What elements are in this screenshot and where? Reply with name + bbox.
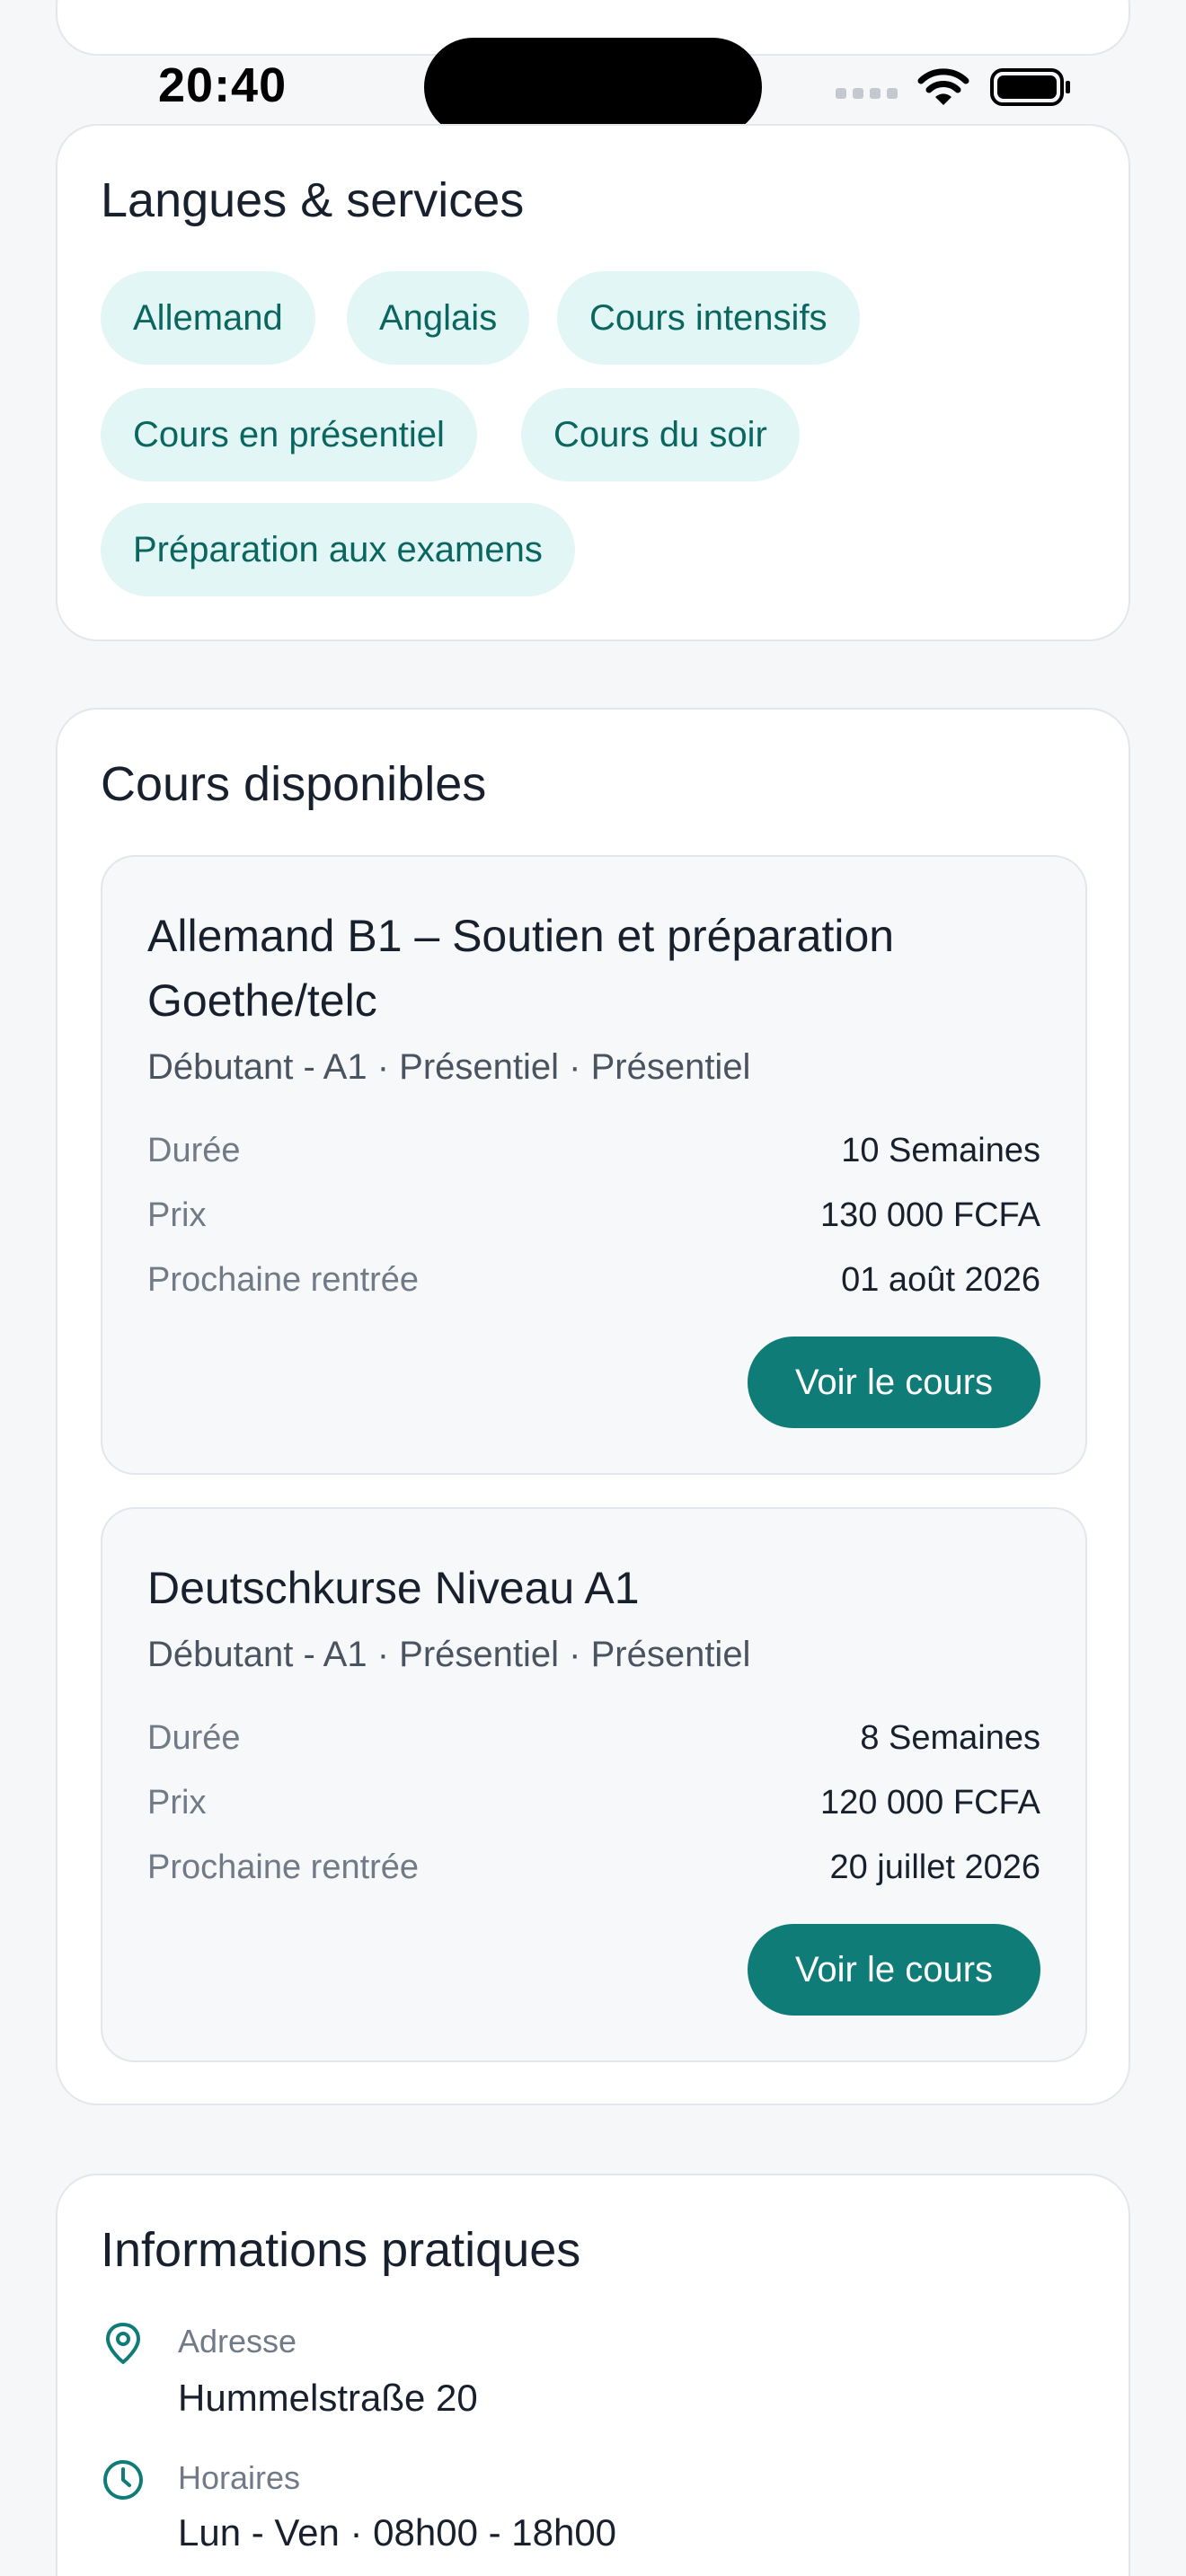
view-course-button[interactable]: Voir le cours [748,1337,1040,1428]
duration-value: 10 Semaines [841,1132,1040,1169]
chip-cours-intensifs[interactable]: Cours intensifs [557,271,860,365]
price-label: Prix [147,1784,207,1822]
view-course-button[interactable]: Voir le cours [748,1924,1040,2016]
languages-card-title: Langues & services [101,173,525,227]
status-icons [836,65,1072,110]
status-bar: 20:40 [0,0,1186,137]
course-card: Deutschkurse Niveau A1 Débutant - A1 · P… [101,1507,1087,2062]
course-card: Allemand B1 – Soutien et préparation Goe… [101,855,1087,1475]
start-date-value: 01 août 2026 [841,1261,1040,1299]
price-label: Prix [147,1196,207,1234]
start-date-label: Prochaine rentrée [147,1261,420,1299]
battery-icon [990,68,1070,106]
chip-preparation-aux-examens[interactable]: Préparation aux examens [101,503,575,596]
address-value: Hummelstraße 20 [178,2377,478,2419]
price-value: 120 000 FCFA [819,1784,1040,1822]
duration-label: Durée [147,1132,241,1169]
page: 20:40 Langues & services Allemand Anglai… [0,0,1186,2576]
start-date-label: Prochaine rentrée [147,1848,420,1886]
practical-info-title: Informations pratiques [101,2223,581,2277]
hours-value: Lun - Ven · 08h00 - 18h00 [178,2511,617,2554]
chip-cours-en-presentiel[interactable]: Cours en présentiel [101,388,477,481]
courses-card: Cours disponibles Allemand B1 – Soutien … [56,708,1130,2105]
wifi-icon [917,68,969,105]
chip-anglais[interactable]: Anglais [347,271,530,365]
course-title: Allemand B1 – Soutien et préparation Goe… [147,911,895,1026]
start-date-value: 20 juillet 2026 [829,1848,1040,1886]
course-title: Deutschkurse Niveau A1 [147,1563,640,1613]
hours-label: Horaires [178,2459,301,2496]
course-meta: Débutant - A1 · Présentiel · Présentiel [147,1635,751,1674]
practical-info-card: Informations pratiques Adresse Hummelstr… [56,2174,1130,2576]
chip-allemand[interactable]: Allemand [101,271,315,365]
duration-label: Durée [147,1719,241,1757]
course-meta: Débutant - A1 · Présentiel · Présentiel [147,1047,751,1087]
clock-icon [103,2460,143,2500]
chip-cours-du-soir[interactable]: Cours du soir [521,388,800,481]
duration-value: 8 Semaines [860,1719,1040,1757]
status-time: 20:40 [158,58,288,112]
dynamic-island [424,38,762,137]
address-label: Adresse [178,2323,297,2360]
map-pin-icon [106,2323,140,2364]
languages-card: Langues & services Allemand Anglais Cour… [56,124,1130,641]
cellular-icon [836,88,898,99]
courses-card-title: Cours disponibles [101,757,487,811]
price-value: 130 000 FCFA [819,1196,1040,1234]
